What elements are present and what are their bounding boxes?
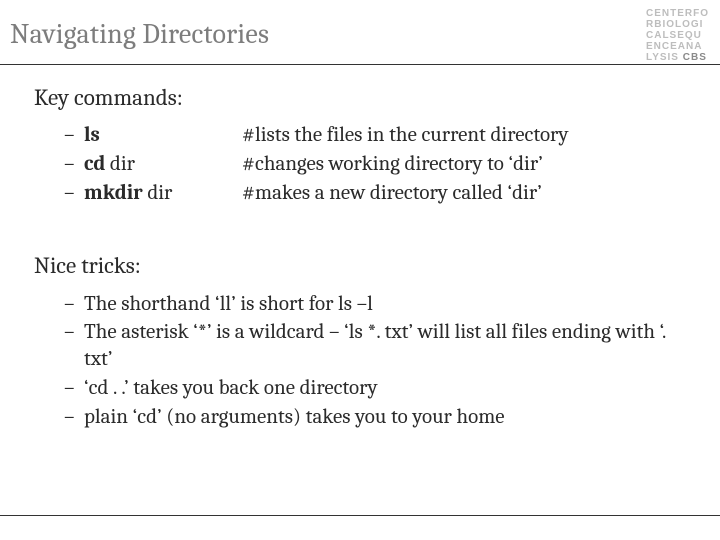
commands-list: ls #lists the files in the current direc… bbox=[34, 122, 680, 207]
command-desc: #makes a new directory called ‘dir’ bbox=[242, 180, 542, 207]
command-item: ls #lists the files in the current direc… bbox=[64, 122, 680, 149]
trick-item: ‘cd . .’ takes you back one directory bbox=[64, 375, 680, 402]
trick-text: plain ‘cd’ (no arguments) takes you to y… bbox=[84, 405, 505, 429]
slide-content: Key commands: ls #lists the files in the… bbox=[0, 65, 720, 431]
logo-line: ENCEANA bbox=[646, 41, 702, 52]
logo-cbs: CBS bbox=[683, 52, 707, 62]
trick-item: The asterisk ‘*’ is a wildcard – ‘ls *. … bbox=[64, 319, 680, 373]
org-logo: CENTERFO RBIOLOGI CALSEQU ENCEANA LYSIS … bbox=[646, 6, 720, 62]
trick-text: The shorthand ‘ll’ is short for ls –l bbox=[84, 292, 373, 316]
command-item: mkdir dir #makes a new directory called … bbox=[64, 180, 680, 207]
logo-line: CENTERFO bbox=[646, 8, 709, 19]
page-title: Navigating Directories bbox=[10, 18, 720, 50]
commands-heading: Key commands: bbox=[34, 83, 680, 112]
tricks-heading: Nice tricks: bbox=[34, 251, 680, 280]
divider-bottom bbox=[0, 515, 720, 516]
command-name: ls bbox=[84, 122, 242, 149]
title-bar: Navigating Directories bbox=[0, 0, 720, 58]
trick-item: The shorthand ‘ll’ is short for ls –l bbox=[64, 291, 680, 318]
logo-line: CALSEQU bbox=[646, 30, 702, 41]
command-name: cd dir bbox=[84, 151, 242, 178]
command-desc: #changes working directory to ‘dir’ bbox=[242, 151, 543, 178]
logo-line: RBIOLOGI bbox=[646, 19, 703, 30]
trick-text: ‘cd . .’ takes you back one directory bbox=[84, 376, 378, 400]
command-desc: #lists the files in the current director… bbox=[242, 122, 569, 149]
trick-text: The asterisk ‘*’ is a wildcard – ‘ls *. … bbox=[84, 320, 666, 371]
command-item: cd dir #changes working directory to ‘di… bbox=[64, 151, 680, 178]
logo-line: LYSIS bbox=[646, 52, 683, 62]
command-name: mkdir dir bbox=[84, 180, 242, 207]
trick-item: plain ‘cd’ (no arguments) takes you to y… bbox=[64, 404, 680, 431]
tricks-list: The shorthand ‘ll’ is short for ls –l Th… bbox=[34, 291, 680, 431]
